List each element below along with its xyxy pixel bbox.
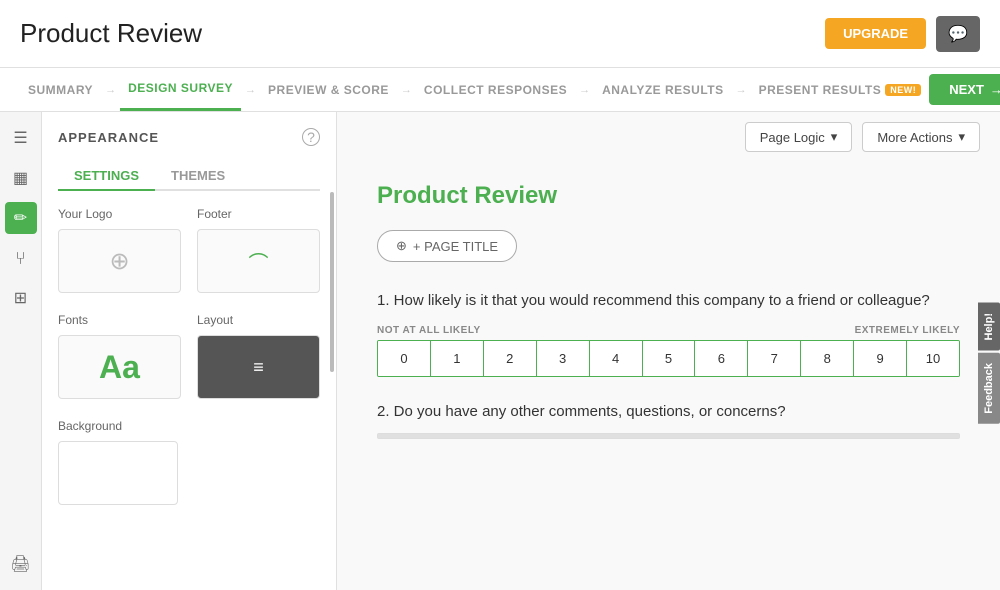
scale-cell-10[interactable]: 10 — [907, 341, 959, 376]
logo-footer-section: Your Logo ⊕ Footer ⌒ — [58, 207, 320, 293]
page-logic-chevron: ▾ — [831, 129, 838, 145]
content-toolbar: Page Logic ▾ More Actions ▾ — [337, 112, 1000, 162]
panel-header: APPEARANCE ? — [58, 128, 320, 146]
next-button[interactable]: NEXT → — [929, 74, 1000, 105]
scale-cell-1[interactable]: 1 — [431, 341, 484, 376]
feedback-button[interactable]: Feedback — [978, 353, 1000, 424]
footer-upload-box[interactable]: ⌒ — [197, 229, 320, 293]
sidebar-icon-layers[interactable]: ☰ — [5, 122, 37, 154]
nav-step-collect[interactable]: COLLECT RESPONSES — [416, 68, 575, 111]
page-title-icon: ⊕ — [396, 238, 407, 254]
fonts-box[interactable]: Aa — [58, 335, 181, 399]
upgrade-button[interactable]: UPGRADE — [825, 18, 926, 49]
scale-cell-6[interactable]: 6 — [695, 341, 748, 376]
more-actions-chevron: ▾ — [958, 129, 965, 145]
chat-button[interactable]: 💬 — [936, 16, 980, 52]
sidebar-icon-print[interactable]: 🖨 — [5, 548, 37, 580]
survey-title: Product Review — [377, 182, 960, 210]
scale-row: 012345678910 — [377, 340, 960, 377]
scale-cell-5[interactable]: 5 — [643, 341, 696, 376]
text-input-bar — [377, 433, 960, 439]
scale-cell-4[interactable]: 4 — [590, 341, 643, 376]
background-label: Background — [58, 419, 320, 433]
nav-arrow-3: → — [401, 84, 412, 96]
question-2-text: 2. Do you have any other comments, quest… — [377, 401, 960, 424]
footer-icon: ⌒ — [249, 247, 269, 276]
background-box[interactable] — [58, 441, 178, 505]
question-1-text: 1. How likely is it that you would recom… — [377, 290, 960, 313]
question-2: 2. Do you have any other comments, quest… — [377, 401, 960, 440]
sidebar-icon-branch[interactable]: ⑂ — [5, 242, 37, 274]
panel-scrollbar — [330, 192, 334, 372]
main-layout: ☰ ▦ ✏ ⑂ ⊞ 🖨 APPEARANCE ? SETTINGS THEMES… — [0, 112, 1000, 590]
scale-cell-7[interactable]: 7 — [748, 341, 801, 376]
sidebar-icon-chart[interactable]: ▦ — [5, 162, 37, 194]
logo-label: Your Logo — [58, 207, 181, 221]
nav-step-preview[interactable]: PREVIEW & SCORE — [260, 68, 397, 111]
scale-cell-0[interactable]: 0 — [378, 341, 431, 376]
scale-right-label: EXTREMELY LIKELY — [855, 325, 960, 336]
nav-arrow-1: → — [105, 84, 116, 96]
tab-settings[interactable]: SETTINGS — [58, 162, 155, 191]
app-title: Product Review — [20, 18, 202, 49]
nav-steps: SUMMARY → DESIGN SURVEY → PREVIEW & SCOR… — [20, 68, 929, 111]
nav-step-design[interactable]: DESIGN SURVEY — [120, 68, 241, 111]
nav-arrow-4: → — [579, 84, 590, 96]
top-bar-actions: UPGRADE 💬 — [825, 16, 980, 52]
scale-cell-8[interactable]: 8 — [801, 341, 854, 376]
fonts-label: Fonts — [58, 313, 181, 327]
logo-item: Your Logo ⊕ — [58, 207, 181, 293]
tab-themes[interactable]: THEMES — [155, 162, 241, 191]
panel-help-icon[interactable]: ? — [302, 128, 320, 146]
sidebar-icon-sliders[interactable]: ⊞ — [5, 282, 37, 314]
top-bar: Product Review UPGRADE 💬 — [0, 0, 1000, 68]
survey-content: Product Review ⊕ + PAGE TITLE 1. How lik… — [337, 162, 1000, 483]
scale-cell-2[interactable]: 2 — [484, 341, 537, 376]
content-area: Page Logic ▾ More Actions ▾ Product Revi… — [337, 112, 1000, 590]
icon-sidebar: ☰ ▦ ✏ ⑂ ⊞ 🖨 — [0, 112, 42, 590]
layout-box[interactable]: ≡ — [197, 335, 320, 399]
nav-step-summary[interactable]: SUMMARY — [20, 68, 101, 111]
footer-label: Footer — [197, 207, 320, 221]
fonts-layout-section: Fonts Aa Layout ≡ — [58, 313, 320, 399]
question-1: 1. How likely is it that you would recom… — [377, 290, 960, 377]
sidebar-icon-edit[interactable]: ✏ — [5, 202, 37, 234]
scale-cell-9[interactable]: 9 — [854, 341, 907, 376]
scale-labels: NOT AT ALL LIKELY EXTREMELY LIKELY — [377, 325, 960, 336]
nav-step-analyze[interactable]: ANALYZE RESULTS — [594, 68, 732, 111]
nav-arrow-5: → — [736, 84, 747, 96]
help-button[interactable]: Help! — [978, 303, 1000, 351]
layout-item: Layout ≡ — [197, 313, 320, 399]
scale-left-label: NOT AT ALL LIKELY — [377, 325, 481, 336]
next-arrow-icon: → — [990, 82, 1000, 97]
panel-tabs: SETTINGS THEMES — [58, 162, 320, 191]
scale-cell-3[interactable]: 3 — [537, 341, 590, 376]
page-logic-button[interactable]: Page Logic ▾ — [745, 122, 853, 152]
logo-add-icon: ⊕ — [109, 247, 129, 276]
fonts-sample: Aa — [99, 349, 140, 386]
nav-bar: SUMMARY → DESIGN SURVEY → PREVIEW & SCOR… — [0, 68, 1000, 112]
layout-label: Layout — [197, 313, 320, 327]
more-actions-button[interactable]: More Actions ▾ — [862, 122, 980, 152]
new-badge: NEW! — [885, 84, 921, 96]
add-page-title-button[interactable]: ⊕ + PAGE TITLE — [377, 230, 517, 262]
help-sidebar: Help! Feedback — [978, 303, 1000, 423]
layout-icon: ≡ — [253, 357, 264, 378]
fonts-item: Fonts Aa — [58, 313, 181, 399]
panel-title: APPEARANCE — [58, 130, 159, 145]
logo-upload-box[interactable]: ⊕ — [58, 229, 181, 293]
nav-step-present[interactable]: PRESENT RESULTS NEW! — [751, 68, 930, 111]
appearance-panel: APPEARANCE ? SETTINGS THEMES Your Logo ⊕… — [42, 112, 337, 590]
nav-arrow-2: → — [245, 84, 256, 96]
background-section: Background — [58, 419, 320, 505]
footer-item: Footer ⌒ — [197, 207, 320, 293]
